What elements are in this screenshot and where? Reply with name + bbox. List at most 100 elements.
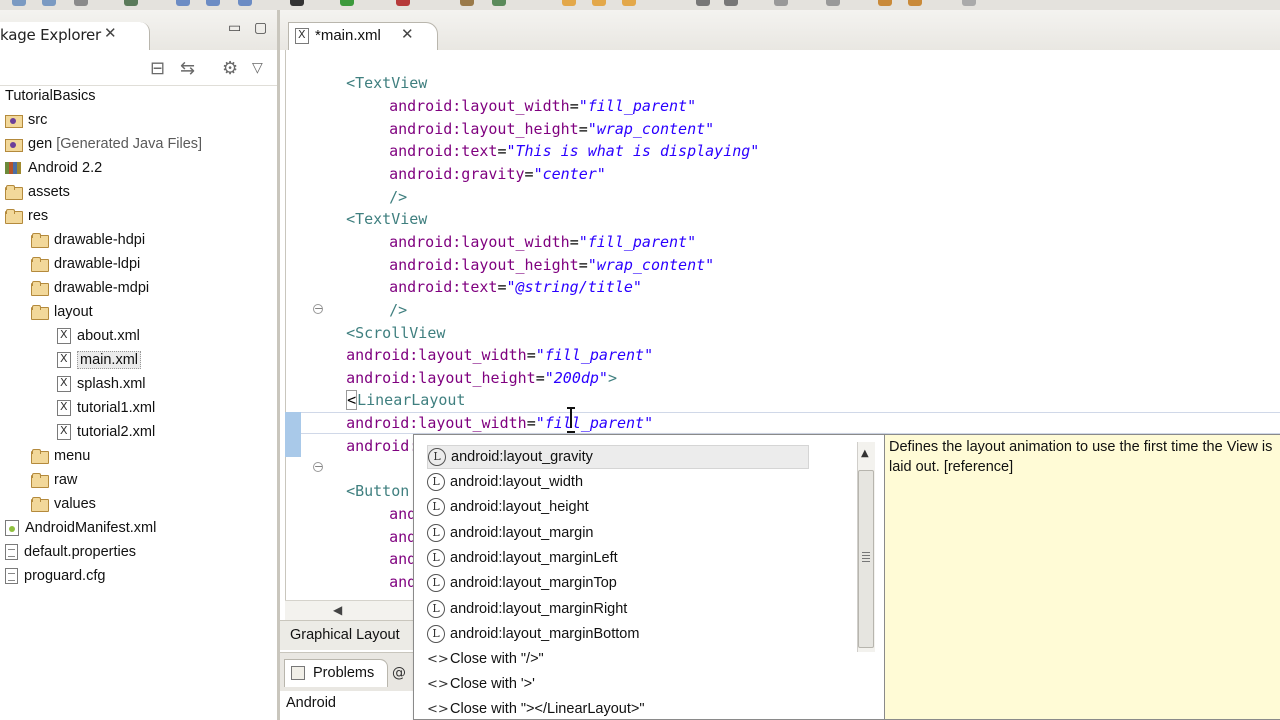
- tab-package-explorer[interactable]: kage Explorer ✕: [0, 22, 150, 50]
- code-line-current[interactable]: android:layout_: [328, 413, 481, 455]
- close-icon[interactable]: ✕: [104, 24, 117, 42]
- tree-item[interactable]: drawable-hdpi: [31, 228, 145, 252]
- layout-param-icon: L: [427, 625, 445, 643]
- folder-icon: [5, 209, 23, 224]
- chevron-down-icon[interactable]: ▽: [252, 60, 263, 76]
- toolbar-icon[interactable]: [908, 0, 922, 6]
- file-icon: [5, 568, 18, 584]
- toolbar-icon[interactable]: [492, 0, 506, 6]
- tree-item-selected[interactable]: main.xml: [57, 348, 142, 372]
- toolbar-icon[interactable]: [124, 0, 138, 6]
- autocomplete-item[interactable]: <> Close with '>': [427, 672, 535, 696]
- tab-problems[interactable]: Problems: [284, 659, 388, 687]
- fold-toggle-icon[interactable]: −: [313, 303, 323, 314]
- tree-item[interactable]: tutorial2.xml: [57, 420, 155, 444]
- tree-item[interactable]: values: [31, 492, 96, 516]
- toolbar-icon[interactable]: [206, 0, 220, 6]
- toolbar-icon[interactable]: [176, 0, 190, 6]
- tree-item-label: values: [54, 496, 96, 512]
- xml-file-icon: [57, 352, 71, 368]
- autocomplete-item-selected[interactable]: L android:layout_gravity: [427, 445, 809, 469]
- autocomplete-item[interactable]: L android:layout_width: [427, 470, 583, 494]
- tree-item[interactable]: about.xml: [57, 324, 140, 348]
- tree-item[interactable]: src: [5, 108, 47, 132]
- autocomplete-item[interactable]: L android:layout_height: [427, 495, 589, 519]
- close-icon[interactable]: ✕: [401, 25, 414, 43]
- fold-toggle-icon[interactable]: −: [313, 461, 323, 472]
- tree-item[interactable]: AndroidManifest.xml: [5, 516, 156, 540]
- collapse-all-icon[interactable]: ⊟: [150, 58, 165, 79]
- tree-item[interactable]: assets: [5, 180, 70, 204]
- scroll-up-icon[interactable]: ▲: [861, 448, 869, 459]
- maximize-icon[interactable]: ▢: [254, 20, 267, 36]
- tree-item-label: drawable-mdpi: [54, 280, 150, 296]
- toolbar-icon[interactable]: [74, 0, 88, 6]
- toolbar-icon[interactable]: [290, 0, 304, 6]
- tree-item[interactable]: splash.xml: [57, 372, 146, 396]
- toolbar-icon[interactable]: [622, 0, 636, 6]
- autocomplete-item[interactable]: <> Close with "></LinearLayout>": [427, 697, 644, 720]
- code-line: android:layout_width="fill_parent": [328, 322, 653, 364]
- toolbar-icon[interactable]: [878, 0, 892, 6]
- view-menu-icon[interactable]: ⚙: [222, 58, 238, 79]
- link-with-editor-icon[interactable]: ⇆: [180, 58, 195, 79]
- toolbar-icon[interactable]: [826, 0, 840, 6]
- tree-item[interactable]: drawable-mdpi: [31, 276, 149, 300]
- tree-item[interactable]: tutorial1.xml: [57, 396, 155, 420]
- horizontal-scrollbar[interactable]: ◀: [285, 600, 415, 620]
- tree-item-label: tutorial2.xml: [77, 424, 156, 440]
- code-value: "@string/title": [506, 278, 642, 296]
- tree-item[interactable]: res: [5, 204, 48, 228]
- folder-icon: [31, 497, 49, 512]
- layout-param-icon: L: [427, 524, 445, 542]
- code-line: />: [371, 277, 407, 319]
- toolbar-icon[interactable]: [238, 0, 252, 6]
- scroll-left-icon[interactable]: ◀: [333, 603, 342, 617]
- tree-item[interactable]: drawable-ldpi: [31, 252, 140, 276]
- tree-item[interactable]: menu: [31, 444, 90, 468]
- autocomplete-item[interactable]: L android:layout_marginLeft: [427, 546, 618, 570]
- autocomplete-item[interactable]: L android:layout_marginBottom: [427, 622, 639, 646]
- layout-param-icon: L: [427, 473, 445, 491]
- toolbar-icon[interactable]: [12, 0, 26, 6]
- autocomplete-item[interactable]: L android:layout_marginTop: [427, 571, 617, 595]
- code-line: />: [371, 164, 407, 206]
- toolbar-icon[interactable]: [774, 0, 788, 6]
- tree-project[interactable]: TutorialBasics: [5, 84, 96, 108]
- xml-file-icon: [57, 424, 71, 440]
- toolbar-icon[interactable]: [962, 0, 976, 6]
- autocomplete-item-label: android:layout_marginBottom: [450, 626, 640, 642]
- tree-item[interactable]: proguard.cfg: [5, 564, 105, 588]
- problems-icon: [291, 666, 305, 680]
- tab-main-xml[interactable]: *main.xml ✕: [288, 22, 438, 50]
- layout-param-icon: L: [427, 574, 445, 592]
- tree-item[interactable]: raw: [31, 468, 77, 492]
- gutter-marker: [285, 412, 301, 457]
- toolbar-icon[interactable]: [696, 0, 710, 6]
- code-line: <TextView: [328, 50, 427, 92]
- tab-javadoc[interactable]: @: [392, 665, 406, 681]
- tree-item[interactable]: default.properties: [5, 540, 136, 564]
- toolbar-icon[interactable]: [592, 0, 606, 6]
- toolbar-icon[interactable]: [340, 0, 354, 6]
- code-eq: =: [524, 165, 534, 183]
- minimize-icon[interactable]: ▭: [228, 20, 241, 36]
- tree-item[interactable]: Android 2.2: [5, 156, 102, 180]
- autocomplete-item[interactable]: L android:layout_margin: [427, 521, 593, 545]
- code-eq: =: [535, 369, 545, 387]
- toolbar-icon[interactable]: [460, 0, 474, 6]
- code-tag: >: [607, 369, 617, 387]
- tree-item[interactable]: layout: [31, 300, 93, 324]
- tree-item[interactable]: gen [Generated Java Files]: [5, 132, 202, 156]
- tree-item-label: tutorial1.xml: [77, 400, 156, 416]
- panel-divider[interactable]: [277, 10, 280, 720]
- autocomplete-item[interactable]: L android:layout_marginRight: [427, 597, 627, 621]
- toolbar-icon[interactable]: [42, 0, 56, 6]
- tab-graphical-layout[interactable]: Graphical Layout: [290, 627, 400, 643]
- toolbar-icon[interactable]: [396, 0, 410, 6]
- toolbar-icon[interactable]: [562, 0, 576, 6]
- toolbar-icon[interactable]: [724, 0, 738, 6]
- code-line: <LinearLayout: [328, 367, 465, 410]
- autocomplete-item[interactable]: <> Close with "/>": [427, 647, 544, 671]
- tree-item-label: Android 2.2: [28, 160, 103, 176]
